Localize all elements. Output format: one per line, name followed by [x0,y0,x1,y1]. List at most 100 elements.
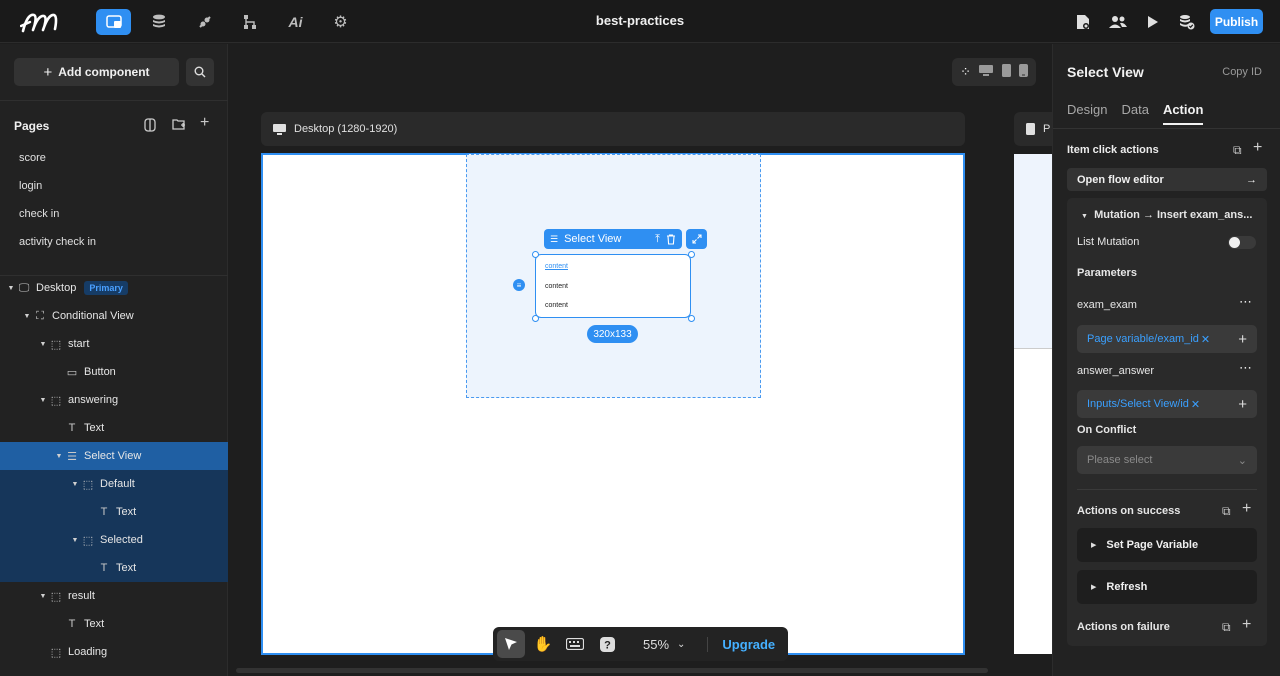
move-to-top-icon[interactable]: ⤒ [655,233,660,246]
canvas[interactable]: ⁘ Desktop (1280-1920) P ☰ Select View ⤒ … [228,44,1052,676]
caret-down-icon[interactable]: ▼ [38,341,48,348]
desktop-device-icon[interactable] [979,65,994,79]
caret-down-icon[interactable]: ▼ [38,397,48,404]
mobile-device-icon[interactable] [1018,64,1028,80]
toggle-knob [1229,237,1240,248]
upgrade-link[interactable]: Upgrade [707,636,775,652]
on-conflict-select[interactable]: Please select ⌄ [1077,446,1257,474]
zoom-control[interactable]: 55% ⌄ [643,637,685,652]
layout-icon[interactable] [96,9,131,35]
caret-down-icon[interactable]: ▼ [22,313,32,320]
caret-down-icon[interactable]: ▼ [38,593,48,600]
keyboard-icon[interactable] [561,630,589,658]
clear-icon[interactable]: ✕ [1201,333,1210,346]
copy-icon[interactable]: ⧉ [1222,504,1231,519]
plus-icon[interactable]: + [1238,396,1247,413]
more-icon[interactable]: ⋯ [1239,294,1252,310]
item-click-actions-label: Item click actions [1067,144,1159,156]
more-icon[interactable]: ⋯ [1239,360,1252,376]
container-icon: ⬚ [50,338,62,351]
resize-handle[interactable] [532,251,539,258]
copy-icon[interactable]: ⧉ [1233,143,1242,158]
publish-button[interactable]: Publish [1210,9,1263,34]
tree-item-button[interactable]: ▭ Button [0,358,228,386]
resize-handle[interactable] [688,251,695,258]
tree-item-selected[interactable]: ▼ ⬚ Selected [0,526,228,554]
param-value-field[interactable]: Page variable/exam_id ✕ + [1077,325,1257,353]
caret-down-icon[interactable]: ▼ [54,453,64,460]
add-action-icon[interactable]: + [1253,139,1262,157]
caret-down-icon[interactable]: ▼ [6,285,16,292]
trash-icon[interactable] [666,233,676,245]
mutation-header[interactable]: ▼ Mutation → Insert exam_ans... [1081,209,1252,221]
add-action-icon[interactable]: + [1242,616,1251,634]
help-icon[interactable]: ? [593,630,621,658]
users-icon[interactable] [1100,9,1135,35]
list-item[interactable]: content [545,263,568,270]
tree-item-answering[interactable]: ▼ ⬚ answering [0,386,228,414]
flow-icon[interactable] [232,9,267,35]
tree-item-default[interactable]: ▼ ⬚ Default [0,470,228,498]
pointer-icon[interactable] [497,630,525,658]
horizontal-scrollbar[interactable] [236,668,988,673]
settings-icon[interactable]: ⚙ [323,9,358,35]
list-item[interactable]: content [545,283,568,290]
ai-icon[interactable]: Ai [278,9,313,35]
page-item-check-in[interactable]: check in [19,208,59,220]
list-item[interactable]: content [545,302,568,309]
add-folder-icon[interactable] [172,118,186,134]
app-logo-icon[interactable] [20,9,64,35]
copy-icon[interactable]: ⧉ [1222,620,1231,635]
tablet-frame[interactable] [1014,154,1052,654]
component-toolbar[interactable]: ☰ Select View ⤒ [544,229,682,249]
page-item-score[interactable]: score [19,152,46,164]
tree-item-text[interactable]: T Text [0,498,228,526]
resize-handle[interactable] [532,315,539,322]
device-switcher: ⁘ [952,58,1036,86]
select-view-component[interactable]: content content content [535,254,691,318]
tree-item-desktop[interactable]: ▼ 🖵 Desktop Primary [0,274,228,302]
copy-id-button[interactable]: Copy ID [1222,66,1262,78]
api-icon[interactable] [187,9,222,35]
tab-action[interactable]: Action [1162,102,1204,125]
list-mutation-toggle[interactable] [1228,236,1256,249]
expand-icon[interactable] [686,229,707,249]
add-component-button[interactable]: + Add component [14,58,179,86]
preview-icon[interactable] [1135,9,1170,35]
tree-item-start[interactable]: ▼ ⬚ start [0,330,228,358]
list-handle-icon[interactable]: ≡ [513,279,525,291]
search-button[interactable] [186,58,214,86]
database-icon[interactable] [141,9,176,35]
tree-item-text[interactable]: T Text [0,414,228,442]
tab-data[interactable]: Data [1121,102,1148,125]
success-action-item[interactable]: ▶ Refresh [1077,570,1257,604]
tree-item-loading[interactable]: ⬚ Loading [0,638,228,666]
add-action-icon[interactable]: + [1242,500,1251,518]
frame-header-tablet[interactable]: P [1014,112,1052,146]
file-settings-icon[interactable] [1065,9,1100,35]
tree-item-result[interactable]: ▼ ⬚ result [0,582,228,610]
page-item-activity-check-in[interactable]: activity check in [19,236,96,248]
plus-icon[interactable]: + [1238,331,1247,348]
tab-design[interactable]: Design [1067,102,1107,125]
caret-down-icon[interactable]: ▼ [70,481,80,488]
open-flow-editor-button[interactable]: Open flow editor → [1067,168,1267,191]
tablet-device-icon[interactable] [1001,64,1011,80]
caret-down-icon[interactable]: ▼ [70,537,80,544]
page-layout-icon[interactable] [144,118,156,135]
param-value-field[interactable]: Inputs/Select View/id ✕ + [1077,390,1257,418]
page-item-login[interactable]: login [19,180,42,192]
frame-header-desktop[interactable]: Desktop (1280-1920) [261,112,965,146]
tree-item-select-view[interactable]: ▼ ☰ Select View [0,442,228,470]
tree-item-text[interactable]: T Text [0,610,228,638]
database-check-icon[interactable] [1169,9,1204,35]
resize-handle[interactable] [688,315,695,322]
tree-item-text[interactable]: T Text [0,554,228,582]
clear-icon[interactable]: ✕ [1191,398,1200,411]
add-page-icon[interactable]: + [200,114,209,132]
all-devices-icon[interactable]: ⁘ [960,64,971,80]
tree-item-conditional-view[interactable]: ▼ ⛶ Conditional View [0,302,228,330]
param-value: Page variable/exam_id [1087,333,1199,345]
hand-icon[interactable]: ✋ [529,630,557,658]
success-action-item[interactable]: ▶ Set Page Variable [1077,528,1257,562]
